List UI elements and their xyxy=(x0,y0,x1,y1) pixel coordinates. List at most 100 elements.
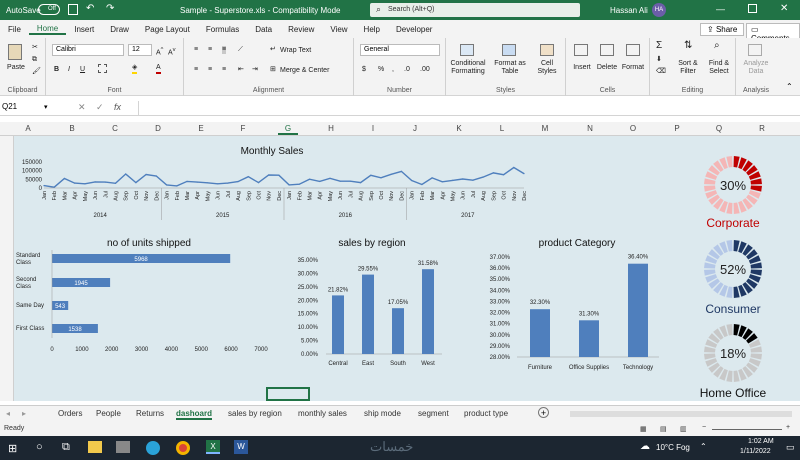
font-color-icon[interactable]: A xyxy=(156,64,161,74)
cell-styles-icon[interactable] xyxy=(540,44,554,56)
search-taskbar-icon[interactable]: ○ xyxy=(36,441,43,453)
prev-sheet-icon[interactable]: ◂ xyxy=(6,409,10,418)
insert-cells-button[interactable]: Insert xyxy=(570,64,594,72)
menu-page-layout[interactable]: Page Layout xyxy=(137,25,198,34)
autosum-icon[interactable]: Σ xyxy=(656,41,662,51)
selected-cell[interactable] xyxy=(266,387,310,401)
conditional-formatting-icon[interactable] xyxy=(460,44,474,56)
edge-icon[interactable] xyxy=(146,441,160,455)
column-header-p[interactable]: P xyxy=(667,124,687,133)
tab-ship-mode[interactable]: ship mode xyxy=(364,409,401,418)
excel-icon[interactable]: X xyxy=(206,440,220,454)
clear-icon[interactable]: ⌫ xyxy=(656,68,666,76)
column-header-r[interactable]: R xyxy=(752,124,772,133)
format-cells-icon[interactable] xyxy=(626,44,640,56)
page-break-view-icon[interactable]: ▥ xyxy=(680,425,687,433)
redo-icon[interactable]: ↷ xyxy=(106,3,114,14)
cut-icon[interactable]: ✂ xyxy=(32,44,38,52)
bold-button[interactable]: B xyxy=(54,66,59,74)
insert-cells-icon[interactable] xyxy=(574,44,588,56)
tab-dashoard[interactable]: dashoard xyxy=(176,409,213,420)
collapse-ribbon-icon[interactable]: ⌃ xyxy=(786,82,793,91)
decrease-decimal-icon[interactable]: .00 xyxy=(420,66,430,74)
normal-view-icon[interactable]: ▦ xyxy=(640,425,647,433)
fill-icon[interactable]: ⬇ xyxy=(656,56,662,64)
menu-draw[interactable]: Draw xyxy=(102,25,137,34)
align-center-icon[interactable]: ≡ xyxy=(208,66,212,74)
menu-help[interactable]: Help xyxy=(356,25,388,34)
align-middle-icon[interactable]: ≡ xyxy=(208,46,212,54)
wrap-text-icon[interactable]: ↵ xyxy=(270,46,276,54)
delete-cells-button[interactable]: Delete xyxy=(594,64,620,72)
merge-center-icon[interactable]: ⊞ xyxy=(270,66,276,74)
paste-button[interactable]: Paste xyxy=(2,64,30,72)
sort-filter-button[interactable]: Sort & Filter xyxy=(674,60,702,76)
menu-developer[interactable]: Developer xyxy=(388,25,440,34)
tab-product-type[interactable]: product type xyxy=(464,409,508,418)
windows-start-icon[interactable]: ⊞ xyxy=(8,442,17,455)
zoom-out-icon[interactable]: − xyxy=(702,424,706,431)
paste-icon[interactable] xyxy=(8,44,22,60)
column-header-g[interactable]: G xyxy=(278,124,298,135)
page-layout-view-icon[interactable]: ▤ xyxy=(660,425,667,433)
column-header-n[interactable]: N xyxy=(580,124,600,133)
close-icon[interactable]: ✕ xyxy=(780,3,788,14)
align-top-icon[interactable]: ≡ xyxy=(194,46,198,54)
maximize-icon[interactable] xyxy=(748,4,757,13)
format-table-button[interactable]: Format as Table xyxy=(492,60,528,76)
italic-button[interactable]: I xyxy=(68,66,70,74)
tab-returns[interactable]: Returns xyxy=(136,409,164,418)
menu-review[interactable]: Review xyxy=(280,25,322,34)
clock-date[interactable]: 1/11/2022 xyxy=(740,448,771,455)
name-box-dropdown-icon[interactable]: ▾ xyxy=(44,103,48,111)
underline-button[interactable]: U xyxy=(80,66,85,74)
menu-insert[interactable]: Insert xyxy=(66,25,102,34)
column-header-m[interactable]: M xyxy=(535,124,555,133)
delete-cells-icon[interactable] xyxy=(600,44,614,56)
increase-font-icon[interactable]: A^ xyxy=(156,46,163,57)
next-sheet-icon[interactable]: ▸ xyxy=(22,409,26,418)
find-select-icon[interactable]: ⌕ xyxy=(714,41,720,51)
formula-input[interactable] xyxy=(138,101,788,115)
search-box[interactable]: ⌕ Search (Alt+Q) xyxy=(370,3,580,17)
menu-home[interactable]: Home xyxy=(28,24,67,35)
task-view-icon[interactable]: ⧉ xyxy=(62,441,70,454)
merge-center-button[interactable]: Merge & Center xyxy=(280,67,329,75)
cell-styles-button[interactable]: Cell Styles xyxy=(532,60,562,76)
currency-icon[interactable]: $ xyxy=(362,66,366,74)
function-icon[interactable]: fx xyxy=(114,102,121,112)
horizontal-scrollbar[interactable] xyxy=(570,411,792,417)
tab-sales-by-region[interactable]: sales by region xyxy=(228,409,282,418)
file-explorer-icon[interactable] xyxy=(88,441,102,453)
notification-icon[interactable]: ▭ xyxy=(786,442,795,453)
analyze-data-button[interactable]: Analyze Data xyxy=(738,60,774,76)
increase-decimal-icon[interactable]: .0 xyxy=(404,66,410,74)
copy-icon[interactable]: ⧉ xyxy=(32,56,37,64)
format-table-icon[interactable] xyxy=(502,44,516,56)
comma-icon[interactable]: , xyxy=(392,66,394,74)
menu-view[interactable]: View xyxy=(322,25,355,34)
cancel-icon[interactable]: ✕ xyxy=(78,102,86,113)
format-painter-icon[interactable]: 🖌 xyxy=(32,68,41,76)
chrome-icon[interactable] xyxy=(176,441,190,455)
undo-icon[interactable]: ↶ xyxy=(86,3,94,14)
orientation-icon[interactable]: ⟋ xyxy=(238,46,243,54)
autosave-toggle[interactable]: Off xyxy=(38,4,60,15)
enter-icon[interactable]: ✓ xyxy=(96,102,104,113)
percent-icon[interactable]: % xyxy=(378,66,384,74)
minimize-icon[interactable]: — xyxy=(716,4,725,14)
column-header-e[interactable]: E xyxy=(191,124,211,133)
clock-time[interactable]: 1:02 AM xyxy=(748,438,774,445)
fill-color-icon[interactable]: ◈ xyxy=(132,64,138,74)
column-header-f[interactable]: F xyxy=(233,124,253,133)
format-cells-button[interactable]: Format xyxy=(620,64,646,72)
find-select-button[interactable]: Find & Select xyxy=(704,60,734,76)
column-header-q[interactable]: Q xyxy=(709,124,729,133)
column-header-b[interactable]: B xyxy=(62,124,82,133)
font-name-select[interactable]: Calibri xyxy=(52,44,124,56)
column-header-i[interactable]: I xyxy=(363,124,383,133)
conditional-formatting-button[interactable]: Conditional Formatting xyxy=(450,60,486,76)
menu-file[interactable]: File xyxy=(0,25,29,34)
menu-formulas[interactable]: Formulas xyxy=(198,25,247,34)
borders-icon[interactable] xyxy=(98,64,107,73)
